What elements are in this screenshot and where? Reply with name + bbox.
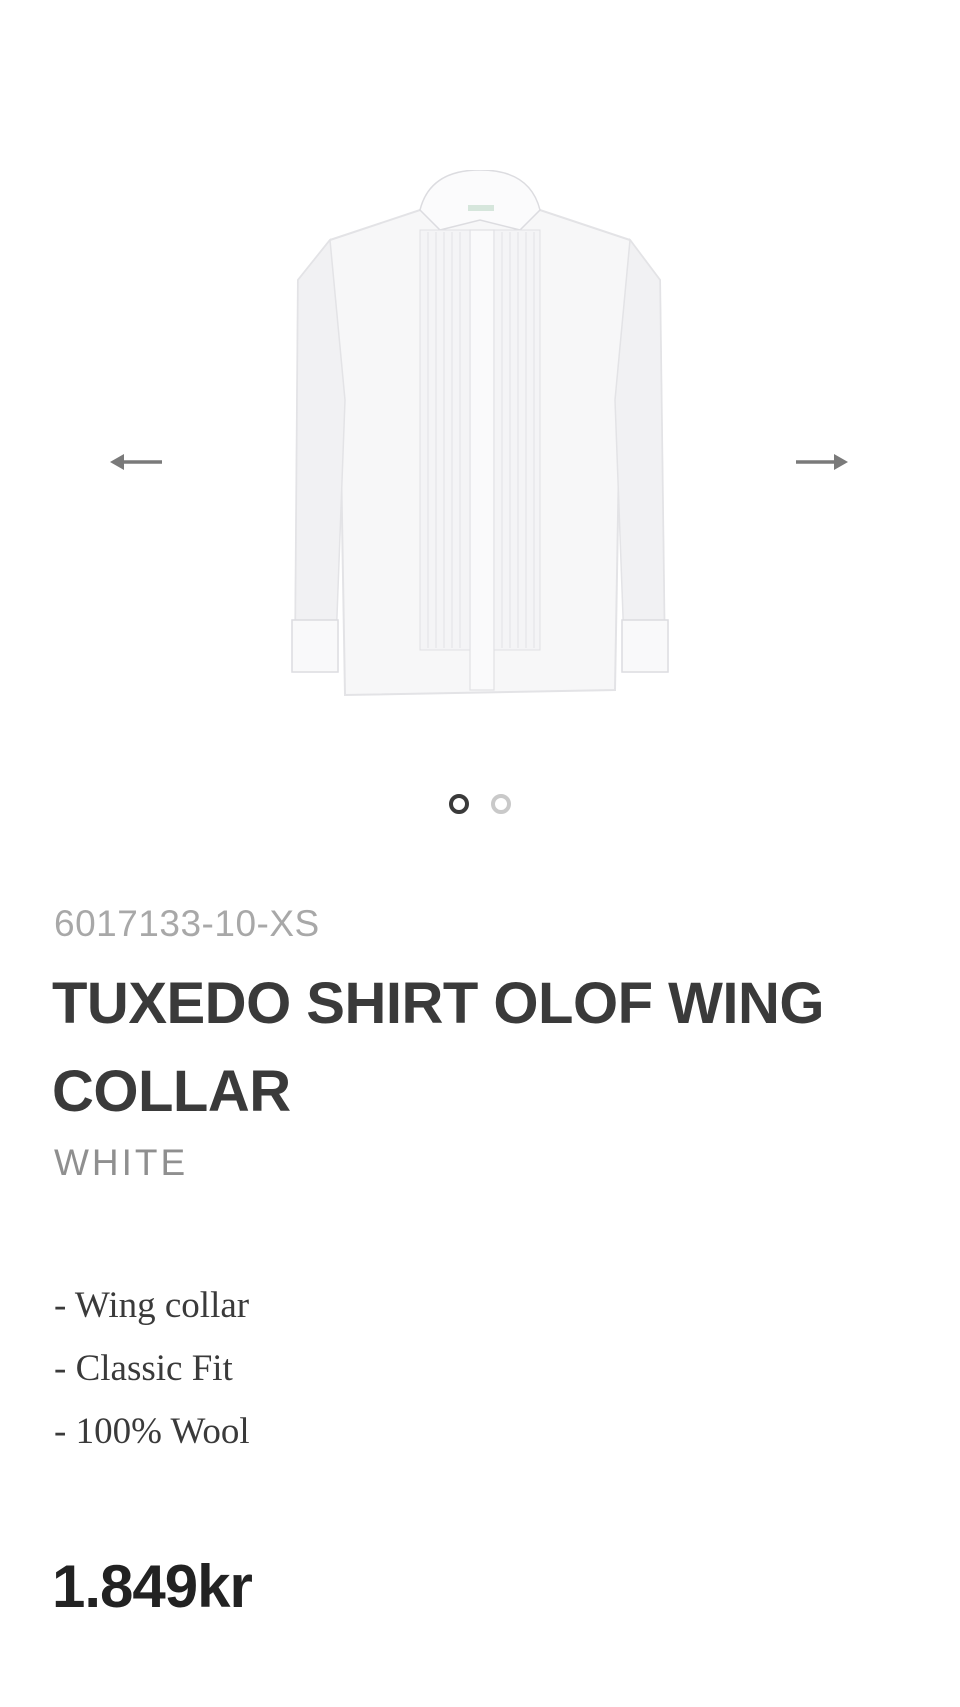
product-features: - Wing collar - Classic Fit - 100% Wool bbox=[54, 1274, 250, 1463]
feature-item: - 100% Wool bbox=[54, 1411, 250, 1452]
feature-item: - Wing collar bbox=[54, 1285, 250, 1326]
arrow-right-icon bbox=[796, 454, 848, 470]
feature-item: - Classic Fit bbox=[54, 1348, 233, 1389]
previous-image-button[interactable] bbox=[106, 440, 166, 484]
next-image-button[interactable] bbox=[792, 440, 852, 484]
product-image bbox=[291, 170, 669, 697]
product-price: 1.849kr bbox=[52, 1553, 253, 1620]
gallery-pagination bbox=[0, 794, 960, 814]
pagination-dot-2[interactable] bbox=[491, 794, 511, 814]
product-gallery bbox=[0, 0, 960, 860]
product-color: WHITE bbox=[54, 1142, 189, 1183]
arrow-left-icon bbox=[110, 454, 162, 470]
pagination-dot-1[interactable] bbox=[449, 794, 469, 814]
product-title: TUXEDO SHIRT OLOF WING COLLAR bbox=[52, 971, 824, 1124]
product-sku: 6017133-10-XS bbox=[54, 903, 320, 944]
